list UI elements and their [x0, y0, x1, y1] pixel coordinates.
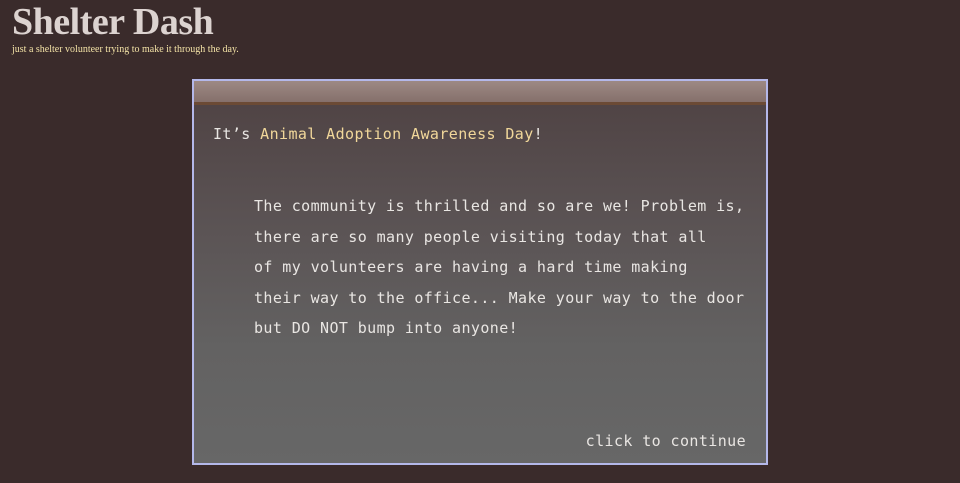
game-title: Shelter Dash — [12, 1, 214, 43]
dialog-line: there are so many people visiting today … — [254, 227, 707, 246]
page-header: Shelter Dash just a shelter volunteer tr… — [12, 2, 239, 56]
dialog-line: The community is thrilled and so are we!… — [254, 197, 745, 215]
dialog-body: The community is thrilled and so are we!… — [254, 191, 754, 344]
game-subtitle: just a shelter volunteer trying to make … — [12, 44, 239, 55]
dialog-box[interactable]: It’s Animal Adoption Awareness Day! The … — [192, 79, 768, 465]
event-name-highlight: Animal Adoption Awareness Day — [260, 125, 534, 143]
dialog-line: their way to the office... Make your way… — [254, 288, 745, 307]
continue-prompt[interactable]: click to continue — [586, 432, 746, 450]
intro-suffix: ! — [533, 125, 544, 143]
dialog-title-bar — [194, 81, 766, 105]
intro-prefix: It’s — [213, 125, 261, 143]
dialog-line: of my volunteers are having a hard time … — [254, 258, 688, 277]
dialog-line: but DO NOT bump into anyone! — [254, 319, 519, 338]
dialog-intro: It’s Animal Adoption Awareness Day! — [213, 125, 543, 143]
